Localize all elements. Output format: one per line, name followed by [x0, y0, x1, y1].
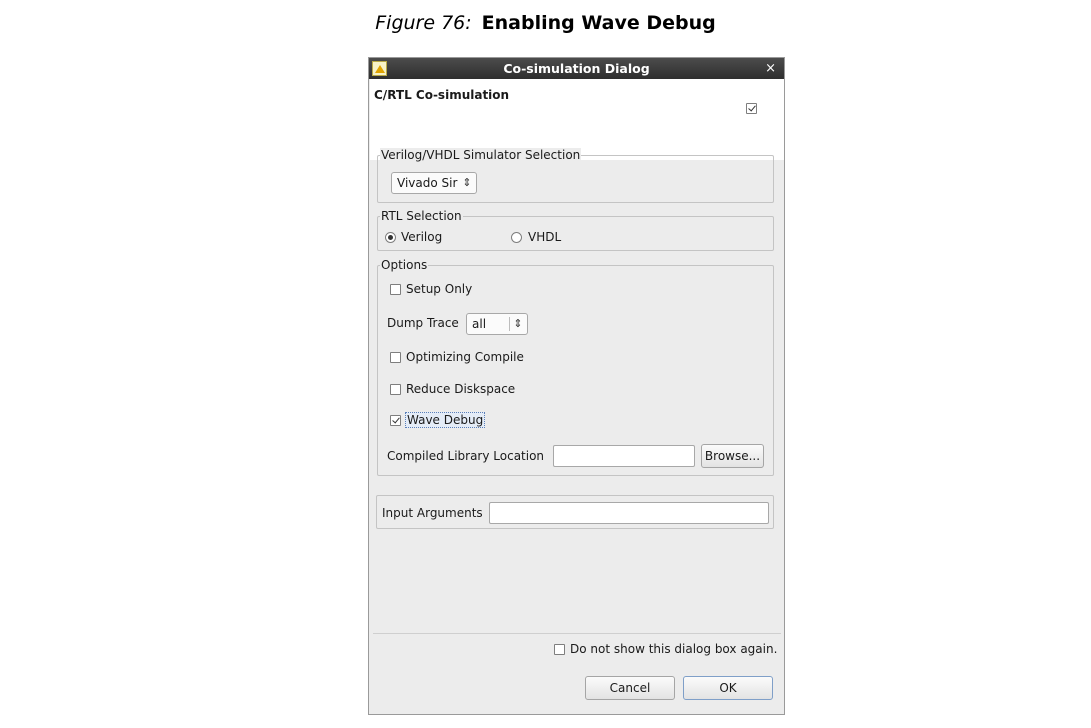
- dump-trace-value: all: [472, 317, 487, 331]
- compiled-library-input[interactable]: [553, 445, 695, 467]
- options-group: Options Setup Only Dump Trace all ⇕ Opti…: [377, 258, 774, 476]
- setup-only-checkbox[interactable]: [390, 284, 401, 295]
- input-arguments-group: Input Arguments: [376, 495, 774, 529]
- figure-title: Enabling Wave Debug: [481, 12, 716, 34]
- compiled-library-label: Compiled Library Location: [387, 449, 545, 463]
- simulator-select[interactable]: Vivado Sir ⇕: [391, 172, 477, 194]
- verilog-radio[interactable]: [385, 232, 396, 243]
- vhdl-radio[interactable]: [511, 232, 522, 243]
- dialog-title: Co-simulation Dialog: [503, 61, 650, 76]
- simulator-selection-legend: Verilog/VHDL Simulator Selection: [380, 148, 582, 162]
- wave-debug-checkbox[interactable]: [390, 415, 401, 426]
- spinner-arrows-icon: ⇕: [462, 176, 472, 189]
- header-check-icon: [746, 103, 757, 114]
- options-legend: Options: [380, 258, 429, 272]
- reduce-diskspace-label[interactable]: Reduce Diskspace: [406, 382, 515, 396]
- dump-trace-select[interactable]: all ⇕: [466, 313, 528, 335]
- cosim-dialog: Co-simulation Dialog × C/RTL Co-simulati…: [368, 57, 785, 715]
- footer-divider: [373, 633, 781, 634]
- ok-button[interactable]: OK: [683, 676, 773, 700]
- spinner-arrows-icon: ⇕: [513, 317, 523, 330]
- cancel-button[interactable]: Cancel: [585, 676, 675, 700]
- figure-caption: Figure 76: Enabling Wave Debug: [0, 12, 1091, 34]
- dont-show-label[interactable]: Do not show this dialog box again.: [570, 642, 777, 656]
- rtl-selection-group: RTL Selection Verilog VHDL: [377, 209, 774, 251]
- vhdl-label[interactable]: VHDL: [528, 230, 561, 244]
- close-icon[interactable]: ×: [765, 58, 776, 79]
- dont-show-checkbox[interactable]: [554, 644, 565, 655]
- simulator-selection-group: Verilog/VHDL Simulator Selection Vivado …: [377, 148, 774, 203]
- simulator-select-value: Vivado Sir: [397, 176, 458, 190]
- dialog-titlebar[interactable]: Co-simulation Dialog ×: [369, 58, 784, 79]
- input-arguments-input[interactable]: [489, 502, 769, 524]
- optimizing-compile-checkbox[interactable]: [390, 352, 401, 363]
- app-icon: [372, 61, 387, 76]
- browse-button[interactable]: Browse...: [701, 444, 764, 468]
- reduce-diskspace-checkbox[interactable]: [390, 384, 401, 395]
- dump-trace-label: Dump Trace: [387, 316, 459, 330]
- wave-debug-label[interactable]: Wave Debug: [405, 412, 486, 428]
- header-title: C/RTL Co-simulation: [374, 88, 510, 102]
- optimizing-compile-label[interactable]: Optimizing Compile: [406, 350, 524, 364]
- setup-only-label[interactable]: Setup Only: [406, 282, 472, 296]
- verilog-label[interactable]: Verilog: [401, 230, 442, 244]
- rtl-selection-legend: RTL Selection: [380, 209, 463, 223]
- input-arguments-label: Input Arguments: [382, 506, 483, 520]
- figure-label: Figure 76:: [375, 12, 472, 34]
